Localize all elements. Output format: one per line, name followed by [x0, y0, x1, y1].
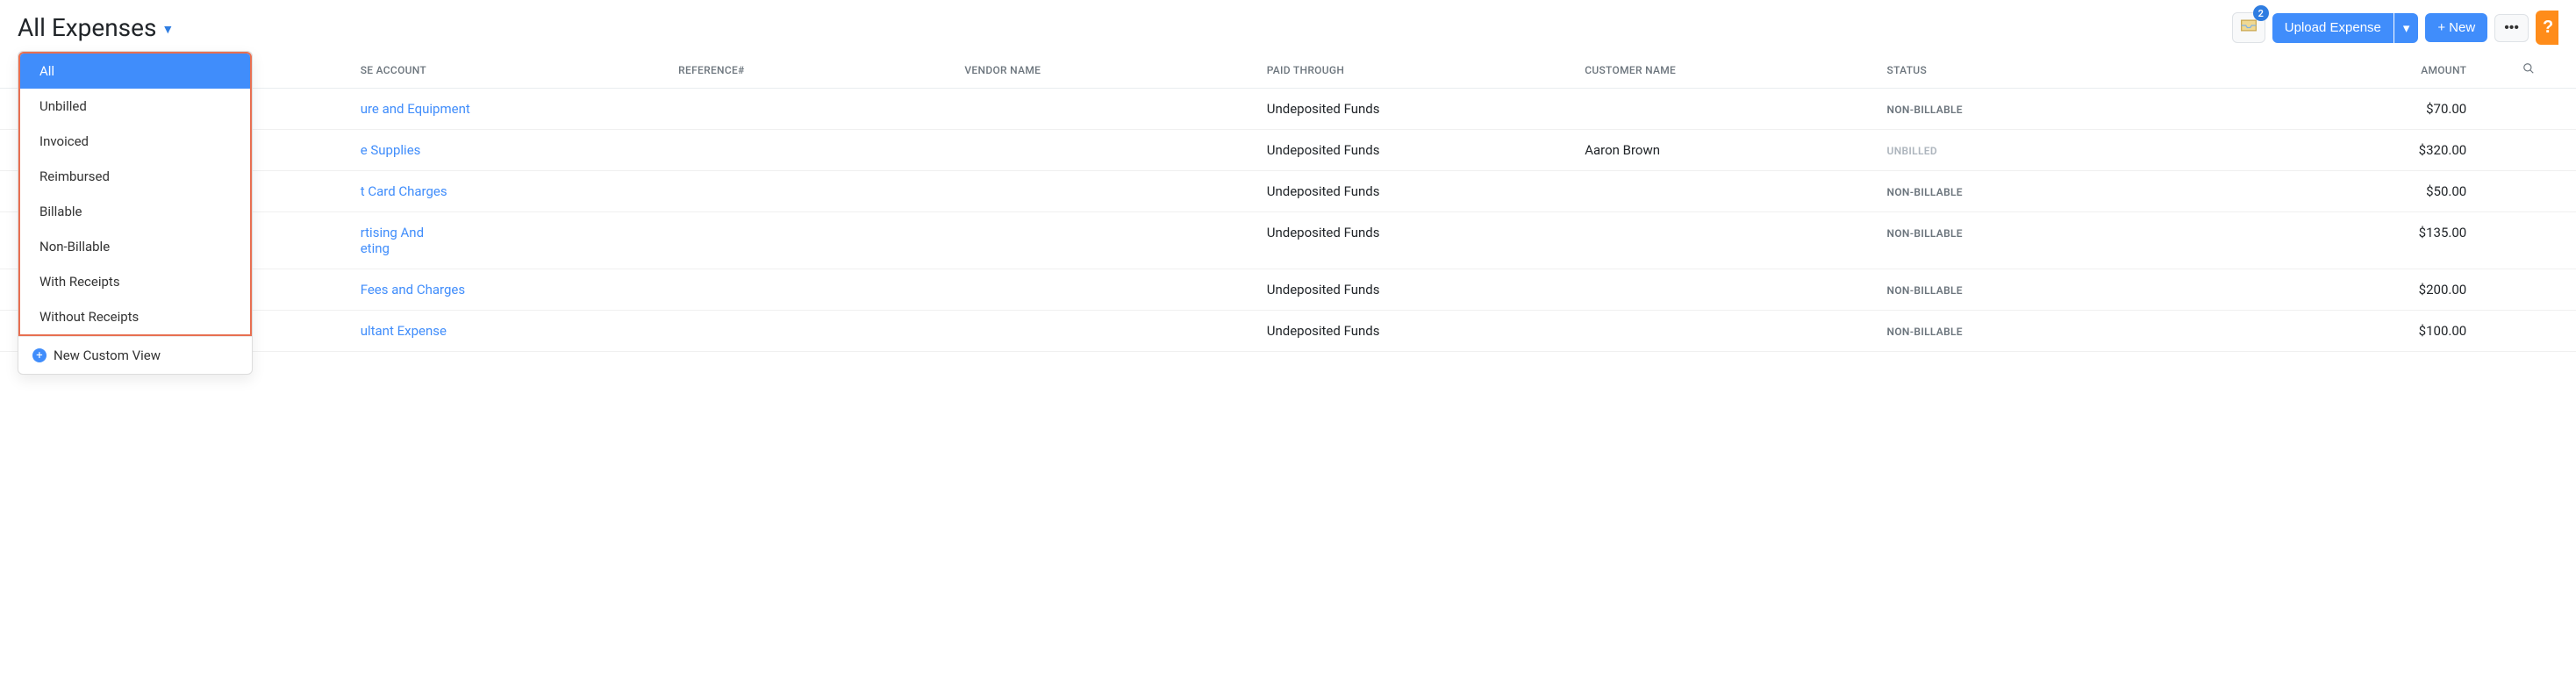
paid-through-cell: Undeposited Funds [1267, 183, 1380, 199]
filter-item-all[interactable]: All [20, 54, 250, 89]
ellipsis-icon: ••• [2504, 20, 2519, 35]
page-title-wrap[interactable]: All Expenses ▼ [18, 13, 174, 42]
filter-item-label: Invoiced [39, 133, 89, 149]
th-status[interactable]: STATUS [1877, 52, 2258, 89]
table-row[interactable]: ultant Expense Undeposited Funds NON-BILLA… [0, 311, 2576, 352]
help-icon: ? [2543, 18, 2553, 37]
filter-item-non-billable[interactable]: Non-Billable [20, 229, 250, 264]
filter-item-reimbursed[interactable]: Reimbursed [20, 159, 250, 194]
filter-item-invoiced[interactable]: Invoiced [20, 124, 250, 159]
status-badge: UNBILLED [1887, 145, 1937, 157]
inbox-wrap: 2 [2232, 12, 2265, 43]
amount-cell: $100.00 [2419, 323, 2467, 339]
upload-expense-button[interactable]: Upload Expense [2272, 13, 2394, 43]
new-label: New [2449, 20, 2475, 35]
new-custom-view-button[interactable]: + New Custom View [18, 336, 252, 374]
expense-account-link[interactable]: e Supplies [361, 142, 421, 158]
th-vendor[interactable]: VENDOR NAME [954, 52, 1256, 89]
new-custom-view-label: New Custom View [54, 348, 161, 363]
status-badge: NON-BILLABLE [1887, 104, 1963, 116]
upload-split-button: Upload Expense ▾ [2272, 13, 2419, 43]
filter-item-with-receipts[interactable]: With Receipts [20, 264, 250, 299]
toolbar: 2 Upload Expense ▾ + New ••• ? [2232, 11, 2558, 45]
caret-down-icon: ▾ [2403, 20, 2410, 36]
amount-cell: $50.00 [2426, 183, 2466, 199]
filter-item-billable[interactable]: Billable [20, 194, 250, 229]
filter-item-without-receipts[interactable]: Without Receipts [20, 299, 250, 334]
paid-through-cell: Undeposited Funds [1267, 142, 1380, 158]
filter-item-label: With Receipts [39, 274, 120, 290]
status-badge: NON-BILLABLE [1887, 227, 1963, 240]
paid-through-cell: Undeposited Funds [1267, 101, 1380, 117]
table-body: ure and Equipment Undeposited Funds NON-BI… [0, 89, 2576, 352]
paid-through-cell: Undeposited Funds [1267, 282, 1380, 297]
expenses-table: SE ACCOUNT REFERENCE# VENDOR NAME PAID T… [0, 52, 2576, 352]
table-row[interactable]: ure and Equipment Undeposited Funds NON-BI… [0, 89, 2576, 130]
expense-account-link[interactable]: ure and Equipment [361, 101, 470, 117]
amount-cell: $320.00 [2419, 142, 2467, 158]
th-search[interactable] [2480, 52, 2576, 89]
search-icon [2522, 65, 2535, 77]
filter-item-label: Non-Billable [39, 239, 110, 254]
customer-cell: Aaron Brown [1585, 142, 1660, 158]
expense-account-link[interactable]: Fees and Charges [361, 282, 465, 297]
filter-item-label: Without Receipts [39, 309, 139, 325]
filter-item-unbilled[interactable]: Unbilled [20, 89, 250, 124]
amount-cell: $200.00 [2419, 282, 2467, 297]
amount-cell: $135.00 [2419, 225, 2467, 240]
plus-circle-icon: + [32, 348, 47, 362]
th-expense-account[interactable]: SE ACCOUNT [350, 52, 668, 89]
expense-account-link[interactable]: rtising Andeting [361, 225, 424, 256]
paid-through-cell: Undeposited Funds [1267, 225, 1380, 240]
filter-item-label: Unbilled [39, 98, 87, 114]
plus-icon: + [2437, 20, 2445, 35]
help-button[interactable]: ? [2536, 11, 2558, 45]
table-row[interactable]: Fees and Charges Undeposited Funds NON-BIL… [0, 269, 2576, 311]
filter-dropdown: All Unbilled Invoiced Reimbursed Billable Non… [18, 51, 253, 375]
inbox-badge: 2 [2253, 5, 2269, 21]
filter-dropdown-list: All Unbilled Invoiced Reimbursed Billable Non… [18, 52, 252, 336]
expense-account-link[interactable]: t Card Charges [361, 183, 447, 199]
th-paid-through[interactable]: PAID THROUGH [1256, 52, 1574, 89]
upload-dropdown-button[interactable]: ▾ [2394, 13, 2419, 43]
table-row[interactable]: e Supplies Undeposited Funds Aaron Brown UN… [0, 130, 2576, 171]
th-reference[interactable]: REFERENCE# [668, 52, 954, 89]
inbox-tray-icon [2240, 18, 2258, 37]
filter-item-label: Reimbursed [39, 168, 110, 184]
status-badge: NON-BILLABLE [1887, 186, 1963, 198]
th-customer[interactable]: CUSTOMER NAME [1574, 52, 1876, 89]
table-row[interactable]: rtising Andeting Undeposited Funds NON-BIL… [0, 212, 2576, 269]
status-badge: NON-BILLABLE [1887, 326, 1963, 338]
new-button[interactable]: + New [2425, 13, 2487, 42]
upload-expense-label: Upload Expense [2285, 20, 2381, 35]
table-row[interactable]: t Card Charges Undeposited Funds NON-BILLA… [0, 171, 2576, 212]
paid-through-cell: Undeposited Funds [1267, 323, 1380, 339]
more-button[interactable]: ••• [2494, 14, 2529, 42]
chevron-down-icon: ▼ [161, 22, 174, 37]
status-badge: NON-BILLABLE [1887, 284, 1963, 297]
amount-cell: $70.00 [2426, 101, 2466, 117]
page-title: All Expenses [18, 13, 156, 42]
filter-item-label: Billable [39, 204, 82, 219]
th-amount[interactable]: AMOUNT [2258, 52, 2481, 89]
expense-account-link[interactable]: ultant Expense [361, 323, 447, 339]
filter-item-label: All [39, 63, 54, 79]
